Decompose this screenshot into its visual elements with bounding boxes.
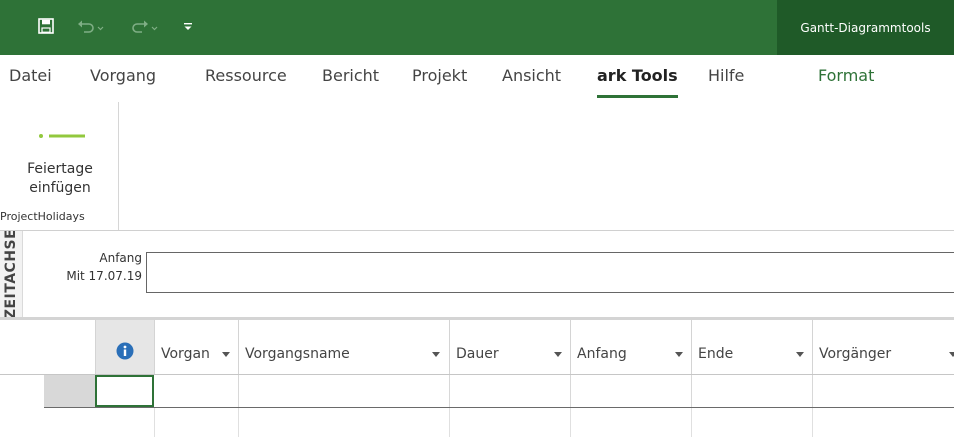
holiday-timeline-icon — [39, 134, 85, 138]
active-cell[interactable] — [95, 375, 154, 407]
save-button[interactable] — [34, 14, 58, 38]
timeline-side-strip: ZEITACHSE — [0, 231, 23, 317]
chevron-down-icon[interactable] — [675, 352, 683, 357]
table-cell[interactable] — [450, 375, 571, 407]
save-icon — [38, 18, 54, 34]
tab-format[interactable]: Format — [818, 66, 874, 85]
table-cell[interactable] — [571, 408, 692, 437]
chevron-down-icon[interactable] — [222, 352, 230, 357]
row-selector[interactable] — [44, 375, 96, 407]
table-cell[interactable] — [239, 375, 450, 407]
contextual-tab-group-label: Gantt-Diagrammtools — [777, 0, 954, 55]
chevron-down-icon[interactable] — [796, 352, 804, 357]
tab-ressource[interactable]: Ressource — [205, 66, 287, 85]
button-label: Feiertage einfügen — [27, 161, 93, 196]
table-cell[interactable] — [239, 408, 450, 437]
column-header-indicators[interactable] — [96, 320, 155, 374]
undo-button[interactable] — [76, 14, 106, 38]
timeline-pane[interactable]: ZEITACHSE Anfang Mit 17.07.19 — [0, 231, 954, 317]
tab-bericht[interactable]: Bericht — [322, 66, 379, 85]
customize-qat-button[interactable] — [180, 14, 196, 38]
table-cell[interactable] — [571, 375, 692, 407]
tab-vorgang[interactable]: Vorgang — [90, 66, 156, 85]
redo-icon — [132, 20, 158, 33]
feiertage-einfuegen-button[interactable]: Feiertage einfügen — [0, 102, 118, 202]
table-cell[interactable] — [155, 408, 239, 437]
tab-ansicht[interactable]: Ansicht — [502, 66, 561, 85]
column-header-ende[interactable]: Ende — [692, 320, 813, 374]
ribbon: Feiertage einfügen ProjectHolidays — [0, 102, 954, 230]
table-cell[interactable] — [155, 375, 239, 407]
timeline-bar[interactable] — [146, 252, 954, 293]
table-cell[interactable] — [96, 408, 155, 437]
row-header-column — [44, 320, 96, 374]
table-cell[interactable] — [692, 375, 813, 407]
chevron-down-icon[interactable] — [432, 352, 440, 357]
column-header-vorgaenger[interactable]: Vorgänger — [813, 320, 954, 374]
table-cell[interactable] — [692, 408, 813, 437]
column-header-vorgangsmodus[interactable]: Vorgan — [155, 320, 239, 374]
tab-projekt[interactable]: Projekt — [412, 66, 467, 85]
column-header-vorgangsname[interactable]: Vorgangsname — [239, 320, 450, 374]
timeline-start-date: Mit 17.07.19 — [66, 269, 142, 283]
active-tab-underline — [597, 95, 678, 98]
undo-icon — [78, 20, 104, 33]
ribbon-tabs: Datei Vorgang Ressource Bericht Projekt … — [0, 55, 954, 102]
group-label: ProjectHolidays — [0, 210, 85, 223]
ribbon-group-projectholidays: Feiertage einfügen ProjectHolidays — [0, 102, 119, 230]
column-header-anfang[interactable]: Anfang — [571, 320, 692, 374]
table-cell[interactable] — [450, 408, 571, 437]
tab-ark-tools[interactable]: ark Tools — [597, 66, 678, 98]
chevron-down-icon[interactable] — [949, 352, 954, 357]
select-all-corner[interactable] — [0, 320, 44, 374]
column-header-dauer[interactable]: Dauer — [450, 320, 571, 374]
timeline-start-label: Anfang — [99, 251, 142, 265]
tab-datei[interactable]: Datei — [9, 66, 52, 85]
tab-hilfe[interactable]: Hilfe — [708, 66, 744, 85]
customize-icon — [184, 23, 192, 30]
timeline-side-label: ZEITACHSE — [3, 231, 19, 317]
info-icon — [116, 342, 134, 360]
task-table: Vorgan Vorgangsname Dauer Anfang Ende Vo… — [0, 320, 954, 437]
title-bar: Gantt-Diagrammtools — [0, 0, 954, 55]
chevron-down-icon[interactable] — [554, 352, 562, 357]
redo-button[interactable] — [130, 14, 160, 38]
